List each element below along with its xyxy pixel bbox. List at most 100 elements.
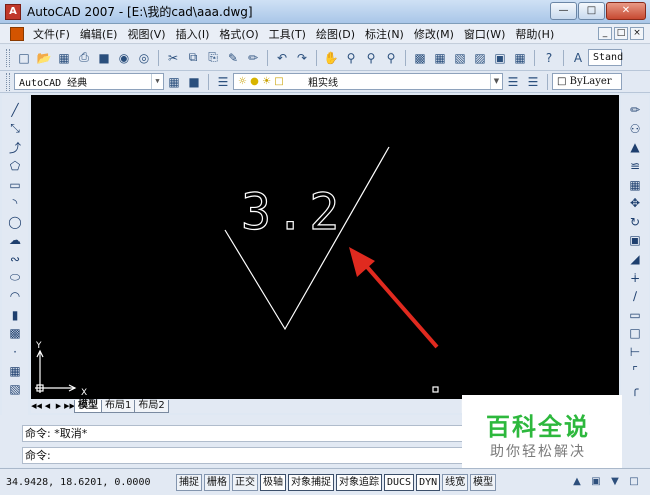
close-button[interactable]: ✕ [606, 2, 646, 20]
gradient-icon[interactable]: ▧ [5, 380, 25, 399]
paste-icon[interactable]: ⎘ [204, 49, 222, 67]
ducs-toggle[interactable]: DUCS [384, 473, 415, 491]
grid-toggle[interactable]: 栅格 [204, 473, 230, 491]
document-icon[interactable] [10, 26, 24, 41]
layer-manager-icon[interactable]: ☰ [214, 73, 232, 91]
next-tab-icon[interactable]: ▶ [53, 400, 64, 412]
workspace-combo[interactable]: AutoCAD 经典 ▼ [14, 73, 164, 90]
open-icon[interactable]: 📂 [35, 49, 53, 67]
autocad-app-icon[interactable]: A [5, 3, 21, 20]
grip-marker[interactable] [432, 386, 439, 393]
menu-draw[interactable]: 绘图(D) [311, 26, 360, 42]
zoom-realtime-icon[interactable]: ⚲ [342, 49, 360, 67]
zoom-previous-icon[interactable]: ⚲ [382, 49, 400, 67]
arc-icon[interactable]: ◝ [5, 194, 25, 213]
menu-dimension[interactable]: 标注(N) [360, 26, 409, 42]
tab-model[interactable]: 模型 [74, 399, 102, 413]
workspace-settings-icon[interactable]: ▦ [165, 73, 183, 91]
sheet-set-icon[interactable]: ◎ [135, 49, 153, 67]
menu-tools[interactable]: 工具(T) [264, 26, 311, 42]
ortho-toggle[interactable]: 正交 [232, 473, 258, 491]
extend-icon[interactable]: ∕ [625, 287, 645, 306]
toolbar-grip[interactable] [6, 48, 10, 67]
osnap-toggle[interactable]: 对象捕捉 [288, 473, 334, 491]
dyn-toggle[interactable]: DYN [416, 473, 441, 491]
publish-icon[interactable]: ◉ [115, 49, 133, 67]
pan-icon[interactable]: ✋ [322, 49, 340, 67]
undo-icon[interactable]: ↶ [273, 49, 291, 67]
menu-modify[interactable]: 修改(M) [409, 26, 459, 42]
cut-icon[interactable]: ✂ [164, 49, 182, 67]
chevron-down-icon[interactable]: ▼ [151, 74, 163, 89]
trim-icon[interactable]: ∔ [625, 268, 645, 287]
otrack-toggle[interactable]: 对象追踪 [336, 473, 382, 491]
toolbar-grip[interactable] [6, 72, 10, 91]
prev-tab-icon[interactable]: ◀ [42, 400, 53, 412]
chevron-down-icon[interactable]: ▼ [490, 74, 502, 89]
communication-center-icon[interactable]: ▼ [607, 474, 623, 490]
tool-palettes-icon[interactable]: ▧ [451, 49, 469, 67]
new-icon[interactable]: □ [15, 49, 33, 67]
copy-icon[interactable]: ⧉ [184, 49, 202, 67]
print-icon[interactable]: ⎙ [75, 49, 93, 67]
design-center-icon[interactable]: ▦ [431, 49, 449, 67]
calculator-icon[interactable]: ▦ [511, 49, 529, 67]
join-icon[interactable]: ⊢ [625, 343, 645, 362]
text-style-combo[interactable]: Stand [588, 49, 623, 66]
doc-restore-button[interactable]: □ [614, 27, 628, 40]
make-block-icon[interactable]: ▩ [5, 324, 25, 343]
construction-line-icon[interactable]: ⤡ [5, 120, 25, 139]
fillet-icon[interactable]: ╭ [625, 380, 645, 399]
erase-icon[interactable]: ✏ [625, 101, 645, 120]
menu-view[interactable]: 视图(V) [122, 26, 170, 42]
sheet-set-manager-icon[interactable]: ▨ [471, 49, 489, 67]
mirror-icon[interactable]: ▲ [625, 138, 645, 157]
copy-object-icon[interactable]: ⚇ [625, 120, 645, 139]
coordinate-readout[interactable]: 34.9428, 18.6201, 0.0000 [6, 474, 176, 491]
revision-cloud-icon[interactable]: ☁ [5, 231, 25, 250]
block-editor-icon[interactable]: ✏ [244, 49, 262, 67]
array-icon[interactable]: ▦ [625, 175, 645, 194]
help-icon[interactable]: ? [540, 49, 558, 67]
polyline-icon[interactable]: ⤴ [5, 138, 25, 157]
snap-toggle[interactable]: 捕捉 [176, 473, 202, 491]
spline-icon[interactable]: ∾ [5, 250, 25, 269]
rectangle-icon[interactable]: ▭ [5, 175, 25, 194]
properties-icon[interactable]: ▩ [411, 49, 429, 67]
break-icon[interactable]: □ [625, 324, 645, 343]
tab-layout1[interactable]: 布局1 [101, 399, 136, 413]
lock-icon[interactable]: ▣ [588, 474, 604, 490]
ellipse-arc-icon[interactable]: ◠ [5, 287, 25, 306]
ellipse-icon[interactable]: ⬭ [5, 268, 25, 287]
maximize-button[interactable]: □ [578, 2, 605, 20]
make-layer-current-icon[interactable]: ☰ [504, 73, 522, 91]
match-properties-icon[interactable]: ✎ [224, 49, 242, 67]
circle-icon[interactable]: ◯ [5, 213, 25, 232]
chamfer-icon[interactable]: ⌜ [625, 361, 645, 380]
menu-window[interactable]: 窗口(W) [459, 26, 510, 42]
scale-icon[interactable]: ▣ [625, 231, 645, 250]
lineweight-toggle[interactable]: 线宽 [442, 473, 469, 491]
menu-help[interactable]: 帮助(H) [510, 26, 559, 42]
break-at-point-icon[interactable]: ▭ [625, 306, 645, 325]
menu-file[interactable]: 文件(F) [28, 26, 75, 42]
stretch-icon[interactable]: ◢ [625, 250, 645, 269]
plot-preview-icon[interactable]: ■ [95, 49, 113, 67]
drawing-canvas[interactable]: 3.2 X Y [31, 95, 619, 399]
menu-insert[interactable]: 插入(I) [171, 26, 215, 42]
redo-icon[interactable]: ↷ [293, 49, 311, 67]
layer-previous-icon[interactable]: ☰ [524, 73, 542, 91]
save-icon[interactable]: ▦ [55, 49, 73, 67]
move-icon[interactable]: ✥ [625, 194, 645, 213]
model-toggle[interactable]: 模型 [470, 473, 497, 491]
annotation-scale-icon[interactable]: ▲ [569, 474, 585, 490]
drawing-text[interactable]: 3.2 [240, 182, 343, 241]
minimize-button[interactable]: — [550, 2, 577, 20]
doc-minimize-button[interactable]: _ [598, 27, 612, 40]
line-icon[interactable]: ╱ [5, 101, 25, 120]
polar-toggle[interactable]: 极轴 [260, 473, 286, 491]
layer-combo[interactable]: ☼ ● ☀ □ 粗实线 ▼ [233, 73, 503, 90]
markup-icon[interactable]: ▣ [491, 49, 509, 67]
hatch-icon[interactable]: ▦ [5, 361, 25, 380]
zoom-window-icon[interactable]: ⚲ [362, 49, 380, 67]
